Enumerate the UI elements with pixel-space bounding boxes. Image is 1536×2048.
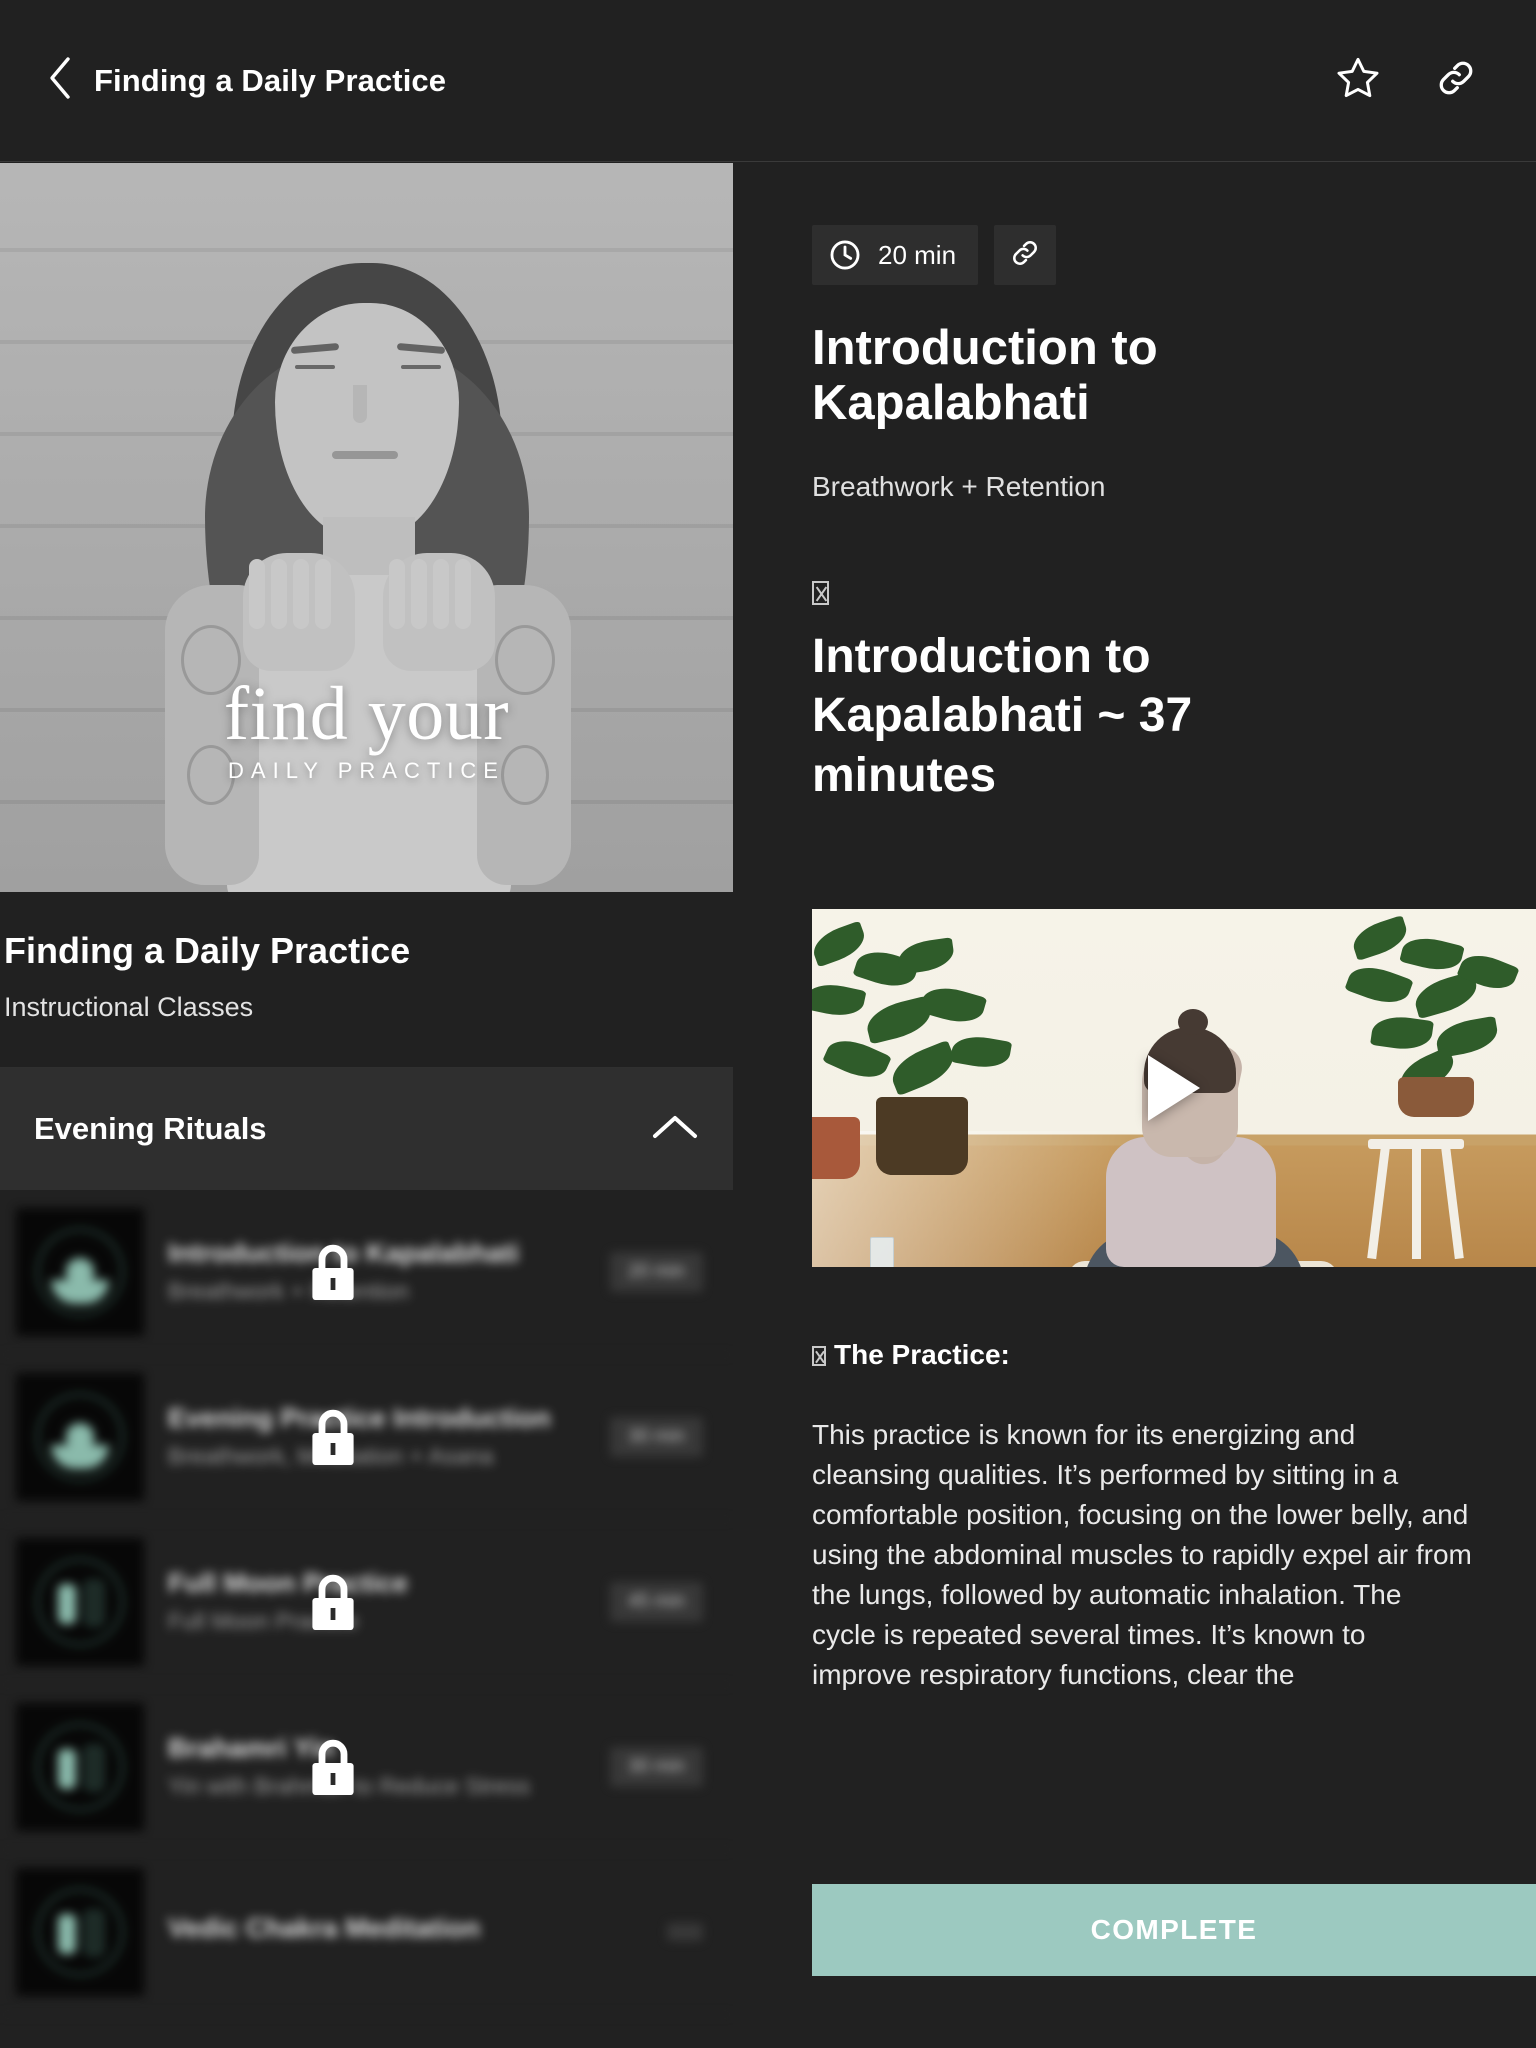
course-hero-image: find your DAILY PRACTICE — [0, 163, 733, 892]
lesson-description: Breathwork + Retention — [168, 1278, 409, 1305]
moon-icon — [32, 1884, 128, 1980]
star-icon — [1334, 55, 1382, 106]
lesson-detail-category: Breathwork + Retention — [812, 470, 1106, 502]
plant-right — [1332, 915, 1536, 1147]
duration-text: 20 min — [878, 239, 957, 270]
lesson-row-wrapper[interactable]: Evening Practice Introduction Breathwork… — [0, 1355, 733, 1520]
lesson-detail-title: Introduction to Kapalabhati — [812, 321, 1158, 430]
lesson-thumbnail — [16, 1868, 144, 1996]
lesson-duration: 20 min — [609, 1252, 703, 1292]
plant-stool — [1367, 1139, 1464, 1260]
lesson-thumbnail — [16, 1538, 144, 1666]
missing-glyph-box-icon — [812, 580, 829, 605]
list-item[interactable]: Full Moon Practice Full Moon Practice 45… — [0, 1520, 733, 1685]
lesson-thumbnail — [16, 1703, 144, 1831]
lesson-name: Introduction to Kapalabhati — [168, 1238, 519, 1269]
practice-section-label: The Practice: — [812, 1339, 1536, 1371]
lesson-row-wrapper[interactable]: Introduction to Kapalabhati Breathwork +… — [0, 1190, 733, 1355]
video-player[interactable] — [812, 909, 1536, 1268]
page-title: Finding a Daily Practice — [94, 62, 447, 98]
copy-link-button[interactable] — [994, 225, 1057, 285]
list-item[interactable]: Introduction to Kapalabhati Breathwork +… — [0, 1190, 733, 1355]
missing-glyph-box-icon — [812, 1346, 826, 1367]
lotus-meditation-icon — [32, 1389, 128, 1485]
lesson-name: Brahamri Yin — [168, 1733, 335, 1764]
top-bar: Finding a Daily Practice — [0, 0, 1536, 162]
lesson-description: Breathwork, Meditation + Asana — [168, 1443, 494, 1470]
lesson-duration: 30 min — [609, 1747, 703, 1787]
hero-person-figure — [147, 255, 587, 892]
lesson-row-wrapper[interactable]: Vedic Chakra Meditation — [0, 1850, 733, 2015]
duration-badge: 20 min — [812, 225, 979, 285]
lesson-name: Vedic Chakra Meditation — [168, 1913, 481, 1944]
lesson-duration — [667, 1923, 703, 1941]
link-icon — [1434, 56, 1478, 105]
top-bar-actions — [1330, 53, 1502, 109]
lesson-duration: 45 min — [609, 1582, 703, 1622]
moon-icon — [32, 1719, 128, 1815]
lesson-description: Yin with Brahmari to Reduce Stress — [168, 1773, 531, 1800]
lotus-meditation-icon — [32, 1224, 128, 1320]
favorite-button[interactable] — [1330, 53, 1386, 109]
lesson-row-wrapper[interactable]: Full Moon Practice Full Moon Practice 45… — [0, 1520, 733, 1685]
lesson-list: Introduction to Kapalabhati Breathwork +… — [0, 1190, 733, 2015]
lesson-row-wrapper[interactable]: Brahamri Yin Yin with Brahmari to Reduce… — [0, 1685, 733, 1850]
moon-icon — [32, 1554, 128, 1650]
practice-label-text: The Practice: — [834, 1339, 1010, 1371]
lock-icon — [306, 1242, 360, 1304]
course-title: Finding a Daily Practice — [4, 930, 411, 971]
course-subtitle: Instructional Classes — [4, 992, 254, 1022]
content-heading-icon-row — [812, 580, 1536, 607]
section-title: Evening Rituals — [34, 1111, 267, 1146]
chevron-up-icon[interactable] — [651, 1112, 699, 1147]
lock-icon — [306, 1737, 360, 1799]
lesson-meta-row: 20 min — [812, 163, 1536, 285]
lock-icon — [306, 1407, 360, 1469]
section-header-evening-rituals[interactable]: Evening Rituals — [0, 1067, 733, 1190]
practice-description: This practice is known for its energizin… — [812, 1419, 1472, 1691]
clock-icon — [828, 238, 862, 272]
chevron-left-icon — [47, 56, 73, 105]
lesson-thumbnail — [16, 1373, 144, 1501]
link-icon — [1009, 237, 1041, 274]
content-heading: Introduction to Kapalabhati ~ 37 minutes — [812, 629, 1193, 802]
share-link-button[interactable] — [1428, 53, 1484, 109]
plant-left — [812, 919, 1052, 1189]
lesson-name: Evening Practice Introduction — [168, 1403, 551, 1434]
course-sidebar: find your DAILY PRACTICE Finding a Daily… — [0, 163, 733, 2048]
lesson-thumbnail — [16, 1208, 144, 1336]
lesson-name: Full Moon Practice — [168, 1568, 409, 1599]
lesson-detail-panel: 20 min Introduction to Kapalabhati Breat… — [812, 163, 1536, 2048]
lock-icon — [306, 1572, 360, 1634]
list-item[interactable]: Vedic Chakra Meditation — [0, 1850, 733, 2015]
lesson-duration: 30 min — [609, 1417, 703, 1457]
play-icon[interactable] — [1148, 1055, 1200, 1122]
lesson-description: Full Moon Practice — [168, 1608, 359, 1635]
list-item[interactable]: Evening Practice Introduction Breathwork… — [0, 1355, 733, 1520]
back-button[interactable] — [34, 55, 86, 107]
water-glass — [870, 1237, 894, 1268]
list-item[interactable]: Brahamri Yin Yin with Brahmari to Reduce… — [0, 1685, 733, 1850]
complete-button[interactable]: COMPLETE — [812, 1884, 1536, 1976]
